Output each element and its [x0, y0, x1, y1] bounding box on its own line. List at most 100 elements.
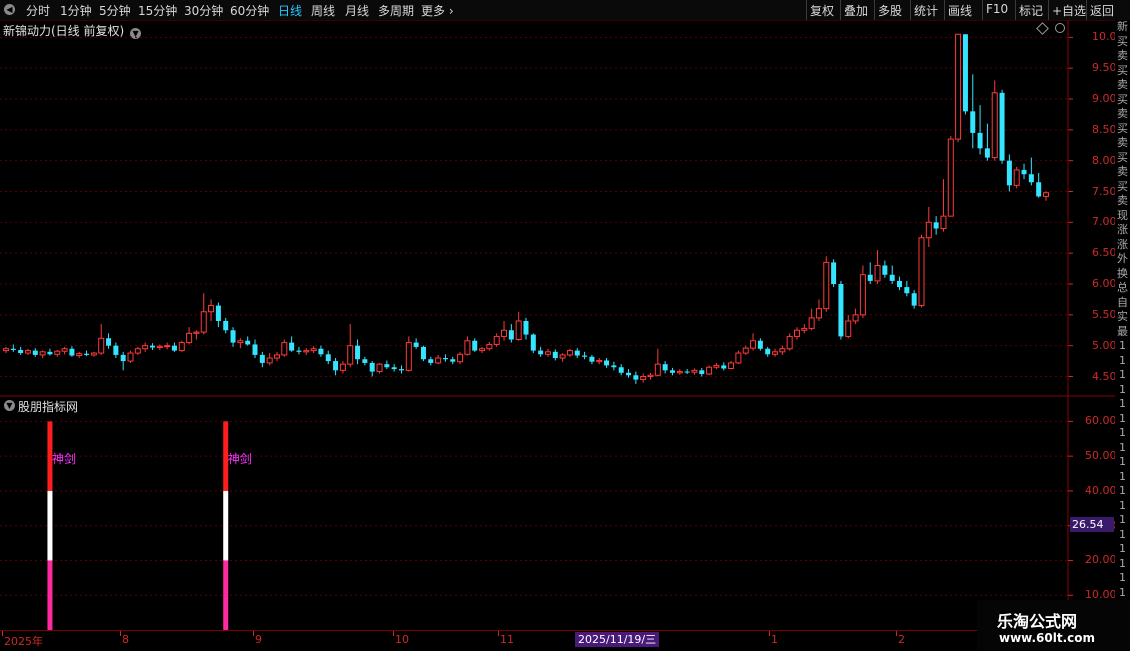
- watermark-title: 乐淘公式网: [997, 612, 1078, 631]
- candle-body-down: [149, 345, 155, 348]
- candle-body-down: [962, 34, 968, 112]
- candle-body-down: [582, 355, 588, 357]
- tab-6[interactable]: 日线: [278, 2, 302, 19]
- candle-body-up: [845, 320, 852, 337]
- candle-body-up: [772, 351, 779, 355]
- price-tick-label: 5.00: [1092, 338, 1117, 352]
- candle-body-down: [669, 370, 675, 373]
- candle-body-down: [296, 350, 302, 352]
- menu-toggle-icon[interactable]: ◀: [4, 4, 15, 15]
- candle-body-down: [420, 346, 426, 360]
- signal-bar-white: [47, 490, 53, 561]
- candle-body-down: [106, 338, 112, 346]
- candle-body-down: [552, 351, 558, 358]
- indicator-chevron-icon[interactable]: ▼: [4, 400, 15, 411]
- tab-1[interactable]: 1分钟: [60, 2, 92, 19]
- action-3[interactable]: 统计: [914, 2, 938, 19]
- tab-4[interactable]: 30分钟: [184, 2, 223, 19]
- candle-body-up: [310, 348, 317, 352]
- date-tick: [498, 631, 499, 636]
- tab-8[interactable]: 月线: [345, 2, 369, 19]
- candlestick-chart[interactable]: [0, 20, 1115, 630]
- candle-body-up: [266, 357, 273, 364]
- candle-body-down: [831, 262, 837, 284]
- action-1[interactable]: 叠加: [844, 2, 868, 19]
- action-0[interactable]: 复权: [810, 2, 834, 19]
- candle-body-down: [838, 284, 844, 337]
- candle-body-up: [706, 366, 713, 375]
- price-tick-label: 8.50: [1092, 122, 1117, 136]
- quote-panel-char: 1: [1119, 353, 1126, 367]
- action-8[interactable]: 返回: [1090, 2, 1114, 19]
- candle-body-up: [435, 357, 442, 364]
- candle-body-up: [779, 348, 786, 353]
- candle-body-down: [252, 344, 258, 355]
- quote-panel-char: 卖: [1117, 136, 1128, 149]
- action-5[interactable]: F10: [986, 2, 1008, 16]
- candle-body-up: [742, 347, 749, 354]
- candle-body-up: [156, 345, 163, 349]
- candle-body-down: [391, 367, 397, 370]
- tab-7[interactable]: 周线: [311, 2, 335, 19]
- tab-5[interactable]: 60分钟: [230, 2, 269, 19]
- candle-body-down: [18, 349, 24, 354]
- tab-3[interactable]: 15分钟: [138, 2, 177, 19]
- candle-body-down: [120, 354, 126, 362]
- candle-body-up: [793, 329, 800, 337]
- candle-body-down: [626, 372, 632, 376]
- candle-body-up: [142, 345, 149, 350]
- tab-9[interactable]: 多周期: [378, 2, 414, 19]
- candle-body-down: [757, 340, 763, 349]
- price-tick-label: 9.50: [1092, 61, 1117, 75]
- candle-body-down: [699, 370, 705, 375]
- date-label: 10: [395, 633, 409, 646]
- candle-body-down: [574, 350, 580, 356]
- candle-body-up: [640, 376, 647, 381]
- candle-body-up: [486, 343, 493, 350]
- signal-bar-white: [223, 490, 229, 561]
- candle-body-up: [90, 352, 97, 356]
- tab-0[interactable]: 分时: [26, 2, 50, 19]
- signal-label: 神剑: [227, 452, 252, 467]
- candle-body-down: [472, 340, 478, 351]
- action-6[interactable]: 标记: [1019, 2, 1043, 19]
- candle-body-down: [618, 367, 624, 373]
- candle-body-down: [897, 280, 903, 288]
- quote-panel-char: 卖: [1117, 107, 1128, 120]
- candle-body-up: [947, 138, 954, 217]
- quote-panel-edge[interactable]: 新买卖买卖买卖买卖买卖买卖现涨涨外换总自实最111111111111111111…: [1115, 20, 1130, 630]
- candle-body-up: [273, 354, 280, 359]
- candle-body-up: [76, 353, 83, 357]
- indicator-tick-label: 40.00: [1085, 483, 1117, 497]
- price-tick-label: 5.50: [1092, 307, 1117, 321]
- date-tick: [769, 631, 770, 636]
- quote-panel-char: 买: [1117, 63, 1128, 77]
- quote-panel-char: 1: [1119, 382, 1126, 396]
- candle-body-up: [713, 364, 720, 368]
- date-label: 1: [771, 633, 778, 646]
- toolbar-separator: [944, 0, 945, 20]
- candle-body-down: [413, 342, 419, 347]
- date-tick: [393, 631, 394, 636]
- date-label: 11: [500, 633, 514, 646]
- candle-body-down: [289, 342, 295, 351]
- action-7[interactable]: +自选: [1052, 2, 1086, 19]
- action-2[interactable]: 多股: [878, 2, 902, 19]
- tab-10[interactable]: 更多 ›: [421, 2, 454, 19]
- date-tick: [120, 631, 121, 636]
- candle-body-up: [237, 340, 244, 344]
- candle-body-up: [98, 337, 105, 354]
- candle-body-up: [1043, 192, 1049, 197]
- tab-2[interactable]: 5分钟: [99, 2, 131, 19]
- candle-body-down: [508, 330, 514, 340]
- price-tick-label: 8.00: [1092, 153, 1117, 167]
- action-4[interactable]: 画线: [948, 2, 972, 19]
- candle-body-down: [47, 351, 53, 355]
- quote-panel-char: 1: [1119, 527, 1126, 541]
- toolbar-separator: [840, 0, 841, 20]
- candle-body-down: [604, 360, 610, 366]
- quote-panel-char: 1: [1119, 585, 1126, 599]
- candle-body-down: [684, 371, 690, 373]
- toolbar-separator: [806, 0, 807, 20]
- toolbar: ◀ 分时 1分钟 5分钟 15分钟 30分钟 60分钟 日线 周线 月线 多周期 更多 › 复权 叠加…: [0, 0, 1130, 21]
